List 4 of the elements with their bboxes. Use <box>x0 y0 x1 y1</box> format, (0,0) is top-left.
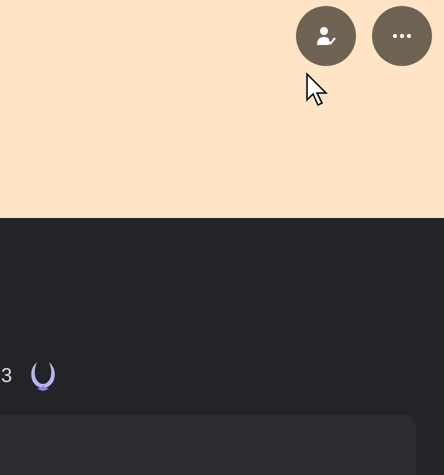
count-text: 3 <box>1 364 12 389</box>
cursor-icon <box>305 72 331 108</box>
person-check-icon <box>315 25 337 47</box>
more-icon <box>393 34 411 38</box>
